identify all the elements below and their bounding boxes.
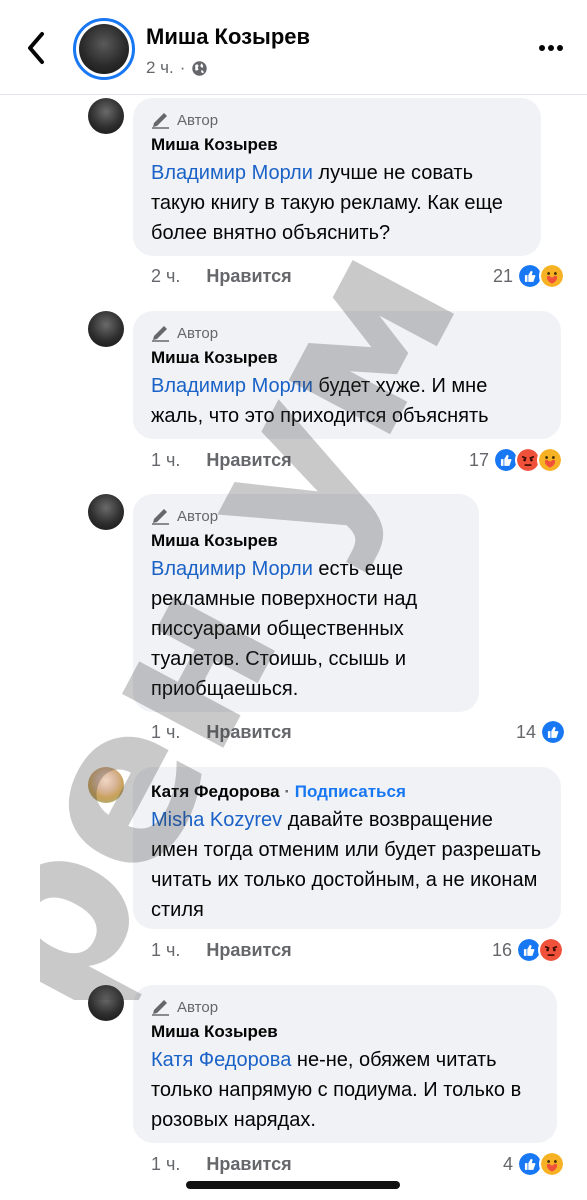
comment-actions: 1 ч. Нравится [151,450,292,471]
reaction-count: 16 [492,939,513,960]
comment-bubble: Катя Федорова · Подписаться Misha Kozyre… [133,767,561,929]
like-button[interactable]: Нравится [206,940,291,961]
author-badge: Автор [151,323,543,343]
comment-bubble: Автор Миша Козырев Владимир Морли будет … [133,311,561,439]
reaction-count: 14 [516,721,537,742]
author-badge: Автор [151,110,523,130]
subscribe-link[interactable]: Подписаться [295,782,406,801]
care-icon [539,263,566,289]
author-badge: Автор [151,997,539,1017]
comment-time[interactable]: 2 ч. [151,266,180,287]
author-badge-label: Автор [177,507,219,525]
commenter-name[interactable]: Миша Козырев [151,134,523,156]
commenter-avatar[interactable] [88,985,124,1021]
reaction-summary[interactable]: 21 [493,262,566,290]
comment-time[interactable]: 1 ч. [151,450,180,471]
reaction-count: 4 [503,1153,514,1174]
like-icon [540,719,567,745]
commenter-avatar[interactable] [88,98,124,134]
comment-actions: 1 ч. Нравится [151,722,292,743]
mention-link[interactable]: Misha Kozyrev [151,809,282,831]
author-avatar[interactable] [73,18,135,80]
comment-time[interactable]: 1 ч. [151,722,180,743]
pencil-icon [152,1000,169,1016]
reaction-summary[interactable]: 17 [469,446,564,474]
comment-actions: 2 ч. Нравится [151,266,292,287]
comment-actions: 1 ч. Нравится [151,1154,292,1175]
comment-text: Владимир Морли лучше не совать такую кни… [151,158,523,248]
pencil-icon [152,509,169,525]
mention-link[interactable]: Владимир Морли [151,558,313,580]
reaction-summary[interactable]: 14 [516,718,567,746]
post-time[interactable]: 2 ч. [146,58,174,78]
like-button[interactable]: Нравится [206,1154,291,1175]
author-badge-label: Автор [177,111,219,129]
name-separator: · [279,782,295,801]
commenter-avatar[interactable] [88,494,124,530]
comment-bubble: Автор Миша Козырев Катя Федорова не-не, … [133,985,557,1143]
reaction-summary[interactable]: 16 [492,936,565,964]
comment-actions: 1 ч. Нравится [151,940,292,961]
author-badge: Автор [151,506,461,526]
back-arrow-icon[interactable] [22,28,52,68]
comment-text: Владимир Морли есть еще рекламные поверх… [151,554,461,704]
comment-time[interactable]: 1 ч. [151,1154,180,1175]
commenter-name[interactable]: Миша Козырев [151,530,461,552]
reaction-count: 21 [493,265,514,286]
commenter-name[interactable]: Катя Федорова [151,782,280,801]
reaction-count: 17 [469,449,490,470]
comment-text: Владимир Морли будет хуже. И мне жаль, ч… [151,371,543,431]
angry-icon [538,937,565,963]
comment-time[interactable]: 1 ч. [151,940,180,961]
author-name[interactable]: Миша Козырев [146,24,310,50]
globe-icon [192,60,208,76]
like-button[interactable]: Нравится [206,722,291,743]
post-header: Миша Козырев 2 ч. · [0,0,587,95]
author-badge-label: Автор [177,324,219,342]
home-indicator [186,1181,400,1189]
reaction-summary[interactable]: 4 [503,1150,566,1178]
commenter-avatar[interactable] [88,767,124,803]
like-button[interactable]: Нравится [206,266,291,287]
comment-bubble: Автор Миша Козырев Владимир Морли есть е… [133,494,479,712]
commenter-name[interactable]: Миша Козырев [151,347,543,369]
pencil-icon [152,326,169,342]
pencil-icon [152,113,169,129]
like-button[interactable]: Нравится [206,450,291,471]
mention-link[interactable]: Владимир Морли [151,162,313,184]
care-icon [537,447,564,473]
commenter-avatar[interactable] [88,311,124,347]
commenter-name-row: Катя Федорова · Подписаться [151,781,543,803]
more-options-icon[interactable] [538,36,564,60]
meta-separator: · [179,58,186,77]
care-icon [539,1151,566,1177]
mention-link[interactable]: Владимир Морли [151,375,313,397]
mention-link[interactable]: Катя Федорова [151,1049,291,1071]
comment-bubble: Автор Миша Козырев Владимир Морли лучше … [133,98,541,256]
post-meta: 2 ч. · [146,58,208,78]
commenter-name[interactable]: Миша Козырев [151,1021,539,1043]
comment-text: Misha Kozyrev давайте возвращение имен т… [151,805,543,925]
author-badge-label: Автор [177,998,219,1016]
comment-text: Катя Федорова не-не, обяжем читать тольк… [151,1045,539,1135]
